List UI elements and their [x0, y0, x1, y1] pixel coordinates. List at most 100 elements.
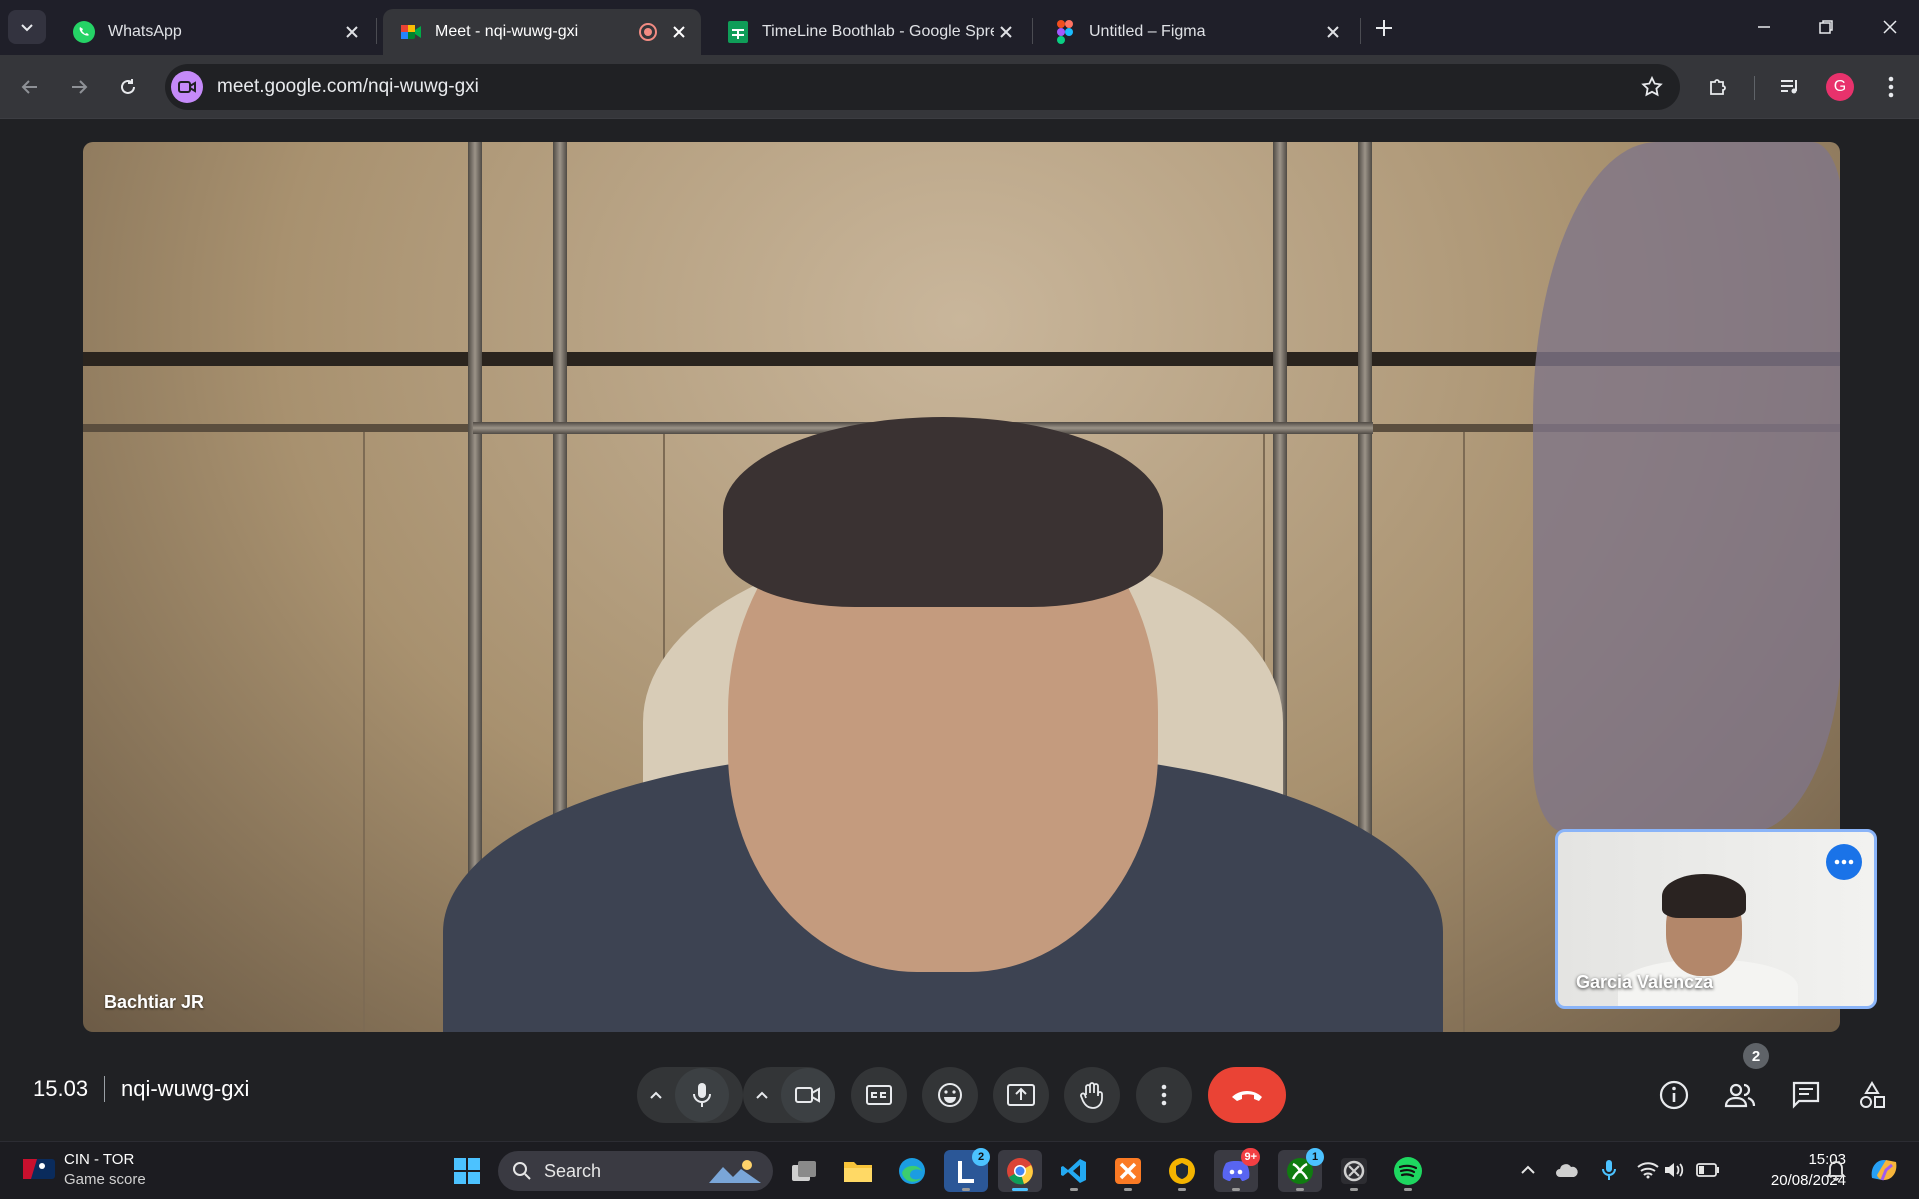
vscode-icon: [1061, 1159, 1086, 1183]
spotify-icon: [1394, 1157, 1422, 1185]
profile-button[interactable]: G: [1822, 69, 1858, 105]
chrome-icon: [1007, 1158, 1033, 1185]
taskbar-discord[interactable]: 9+: [1214, 1148, 1260, 1192]
speaker-icon: [1665, 1163, 1684, 1177]
tab-figma[interactable]: Untitled – Figma: [1037, 9, 1355, 55]
copilot-button[interactable]: [1866, 1158, 1902, 1182]
chat-icon: [1792, 1081, 1820, 1109]
tab-title: WhatsApp: [108, 23, 182, 40]
start-button[interactable]: [445, 1150, 489, 1192]
meeting-clock: 15.03: [33, 1076, 89, 1101]
camera-button[interactable]: [781, 1068, 835, 1122]
video-scenery: [363, 432, 365, 1032]
taskbar-vscode[interactable]: [1052, 1150, 1096, 1192]
tab-search-button[interactable]: [8, 10, 46, 44]
taskbar-search[interactable]: Search: [498, 1151, 773, 1191]
tab-whatsapp[interactable]: WhatsApp: [56, 9, 374, 55]
taskbar-xbox[interactable]: 1: [1278, 1148, 1324, 1192]
puzzle-icon: [1710, 79, 1726, 95]
video-options-button[interactable]: [743, 1067, 781, 1123]
windows-logo-icon: [454, 1158, 480, 1184]
volume-tray-icon[interactable]: [1662, 1158, 1686, 1182]
media-controls-button[interactable]: [1772, 69, 1808, 105]
chevron-up-icon: [1521, 1165, 1535, 1174]
more-vertical-icon: [1888, 76, 1894, 98]
reload-button[interactable]: [110, 69, 146, 105]
mlb-widget-icon[interactable]: [22, 1156, 56, 1182]
captions-button[interactable]: [851, 1067, 907, 1123]
recording-icon: [637, 21, 659, 43]
close-tab-icon[interactable]: [1321, 20, 1345, 44]
taskbar-l-app[interactable]: 2: [944, 1148, 990, 1192]
chat-button[interactable]: [1781, 1070, 1831, 1120]
reactions-button[interactable]: [922, 1067, 978, 1123]
leave-call-button[interactable]: [1208, 1067, 1286, 1123]
bookmark-star-icon[interactable]: [1640, 75, 1664, 99]
arrow-left-icon: [21, 80, 37, 94]
close-window-button[interactable]: [1867, 8, 1913, 46]
bell-icon: [1826, 1161, 1846, 1181]
copilot-icon: [1871, 1160, 1897, 1181]
meeting-details-button[interactable]: [1649, 1070, 1699, 1120]
self-view-tile[interactable]: Garcia Valencza: [1555, 829, 1877, 1009]
xampp-icon: [1115, 1158, 1141, 1184]
tab-meet[interactable]: Meet - nqi-wuwg-gxi: [383, 9, 701, 55]
chevron-up-icon: [650, 1091, 662, 1099]
tab-title: TimeLine Boothlab - Google Spreadsheet: [762, 23, 994, 40]
battery-tray-icon[interactable]: [1696, 1158, 1720, 1182]
extensions-button[interactable]: [1700, 69, 1736, 105]
emoji-icon: [938, 1083, 962, 1107]
taskbar-task-view[interactable]: [782, 1150, 826, 1192]
address-bar[interactable]: meet.google.com/nqi-wuwg-gxi: [165, 64, 1680, 110]
taskbar-chrome[interactable]: [998, 1150, 1042, 1192]
show-hidden-icons-button[interactable]: [1516, 1158, 1540, 1182]
close-tab-icon[interactable]: [994, 20, 1018, 44]
video-scenery: [1533, 142, 1840, 832]
onedrive-tray-icon[interactable]: [1555, 1158, 1579, 1182]
more-horizontal-icon: [1834, 859, 1854, 865]
back-button[interactable]: [12, 69, 48, 105]
taskbar-edge[interactable]: [890, 1150, 934, 1192]
present-screen-button[interactable]: [993, 1067, 1049, 1123]
tab-google-sheets[interactable]: TimeLine Boothlab - Google Spreadsheet: [710, 9, 1028, 55]
raise-hand-button[interactable]: [1064, 1067, 1120, 1123]
restore-button[interactable]: [1803, 8, 1849, 46]
reload-icon: [121, 79, 135, 94]
pip-more-options-button[interactable]: [1826, 844, 1862, 880]
notification-badge: 2: [972, 1148, 990, 1166]
more-options-button[interactable]: [1136, 1067, 1192, 1123]
site-info-icon[interactable]: [171, 71, 203, 103]
close-tab-icon[interactable]: [667, 20, 691, 44]
microphone-icon: [693, 1083, 711, 1107]
taskbar-file-explorer[interactable]: [836, 1150, 880, 1192]
browser-menu-button[interactable]: [1873, 69, 1909, 105]
browser-tab-strip: WhatsApp Meet - nqi-wuwg-gxi TimeLine Bo…: [0, 0, 1919, 55]
new-tab-button[interactable]: [1370, 14, 1398, 42]
taskbar-spotify[interactable]: [1386, 1150, 1430, 1192]
widget-title[interactable]: CIN - TOR: [64, 1151, 134, 1168]
more-vertical-icon: [1161, 1084, 1167, 1106]
minimize-button[interactable]: [1741, 8, 1787, 46]
microphone-button[interactable]: [675, 1068, 729, 1122]
notification-badge: 1: [1306, 1148, 1324, 1166]
wifi-tray-icon[interactable]: [1636, 1158, 1660, 1182]
activities-button[interactable]: [1847, 1070, 1897, 1120]
meeting-controls-bar: 15.03 nqi-wuwg-gxi: [0, 1040, 1919, 1140]
audio-options-button[interactable]: [637, 1067, 675, 1123]
forward-button[interactable]: [61, 69, 97, 105]
hand-icon: [1080, 1082, 1103, 1109]
notifications-button[interactable]: [1824, 1158, 1848, 1182]
taskbar-xampp[interactable]: [1106, 1150, 1150, 1192]
people-button[interactable]: [1715, 1070, 1765, 1120]
participant-name: Bachtiar JR: [104, 992, 205, 1012]
microphone-tray-icon[interactable]: [1597, 1158, 1621, 1182]
hang-up-icon: [1232, 1091, 1262, 1101]
taskbar-xbox-game-bar[interactable]: [1332, 1150, 1376, 1192]
tab-separator: [1360, 18, 1361, 44]
taskbar-bitwarden[interactable]: [1160, 1150, 1204, 1192]
close-tab-icon[interactable]: [340, 20, 364, 44]
widget-subtitle[interactable]: Game score: [64, 1171, 146, 1188]
microphone-icon: [1602, 1160, 1616, 1180]
meeting-code: nqi-wuwg-gxi: [121, 1076, 250, 1101]
tab-title: Meet - nqi-wuwg-gxi: [435, 23, 579, 40]
